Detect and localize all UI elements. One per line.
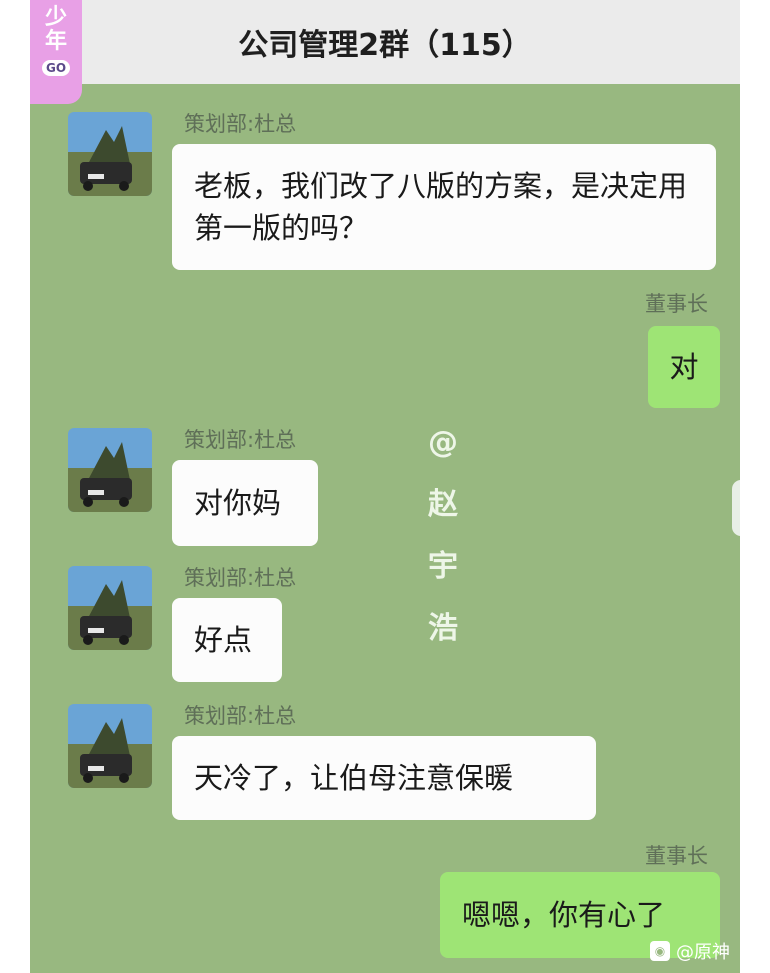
watermark-char: 赵 — [428, 487, 458, 522]
message-text: 好点 — [194, 623, 253, 657]
my-message-bubble[interactable]: 对 — [648, 326, 720, 408]
message-bubble[interactable]: 天冷了，让伯母注意保暖 — [172, 736, 596, 820]
sender-name: 董事长 — [645, 292, 708, 316]
sticker-badge: GO — [41, 60, 71, 76]
avatar[interactable] — [68, 112, 152, 196]
corner-sticker: 少 年 GO — [30, 0, 82, 104]
scroll-handle[interactable] — [732, 480, 740, 536]
avatar[interactable] — [68, 428, 152, 512]
avatar[interactable] — [68, 704, 152, 788]
chat-window: 公司管理2群（115） 少 年 GO 策划部:杜总 老板，我们改了八版的方案，是… — [30, 0, 740, 973]
sender-name: 策划部:杜总 — [184, 566, 297, 590]
group-title: 公司管理2群（115） — [238, 28, 532, 63]
sender-name: 策划部:杜总 — [184, 428, 297, 452]
message-bubble[interactable]: 好点 — [172, 598, 282, 682]
corner-watermark-text: @原神 — [676, 942, 730, 963]
message-text: 老板，我们改了八版的方案，是决定用第一版的吗？ — [194, 169, 688, 245]
chat-header: 公司管理2群（115） — [30, 0, 740, 84]
vertical-watermark: @ 赵 宇 浩 — [428, 412, 458, 660]
corner-watermark: ◉ @原神 — [650, 938, 730, 964]
watermark-char: 宇 — [428, 549, 458, 584]
sender-name: 策划部:杜总 — [184, 704, 297, 728]
message-bubble[interactable]: 对你妈 — [172, 460, 318, 546]
message-text: 对你妈 — [194, 486, 282, 520]
sender-name: 策划部:杜总 — [184, 112, 297, 136]
avatar-photo-icon — [68, 112, 152, 196]
avatar-photo-icon — [68, 428, 152, 512]
avatar-photo-icon — [68, 704, 152, 788]
message-bubble[interactable]: 老板，我们改了八版的方案，是决定用第一版的吗？ — [172, 144, 716, 270]
sender-name: 董事长 — [645, 844, 708, 868]
avatar[interactable] — [68, 566, 152, 650]
message-text: 天冷了，让伯母注意保暖 — [194, 761, 514, 795]
watermark-at: @ — [428, 425, 458, 460]
avatar-photo-icon — [68, 566, 152, 650]
message-text: 嗯嗯，你有心了 — [462, 898, 666, 932]
sticker-char-2: 年 — [44, 29, 67, 54]
sticker-char-1: 少 — [44, 5, 67, 30]
platform-logo-icon: ◉ — [650, 941, 670, 961]
watermark-char: 浩 — [428, 611, 458, 646]
message-text: 对 — [669, 350, 699, 384]
